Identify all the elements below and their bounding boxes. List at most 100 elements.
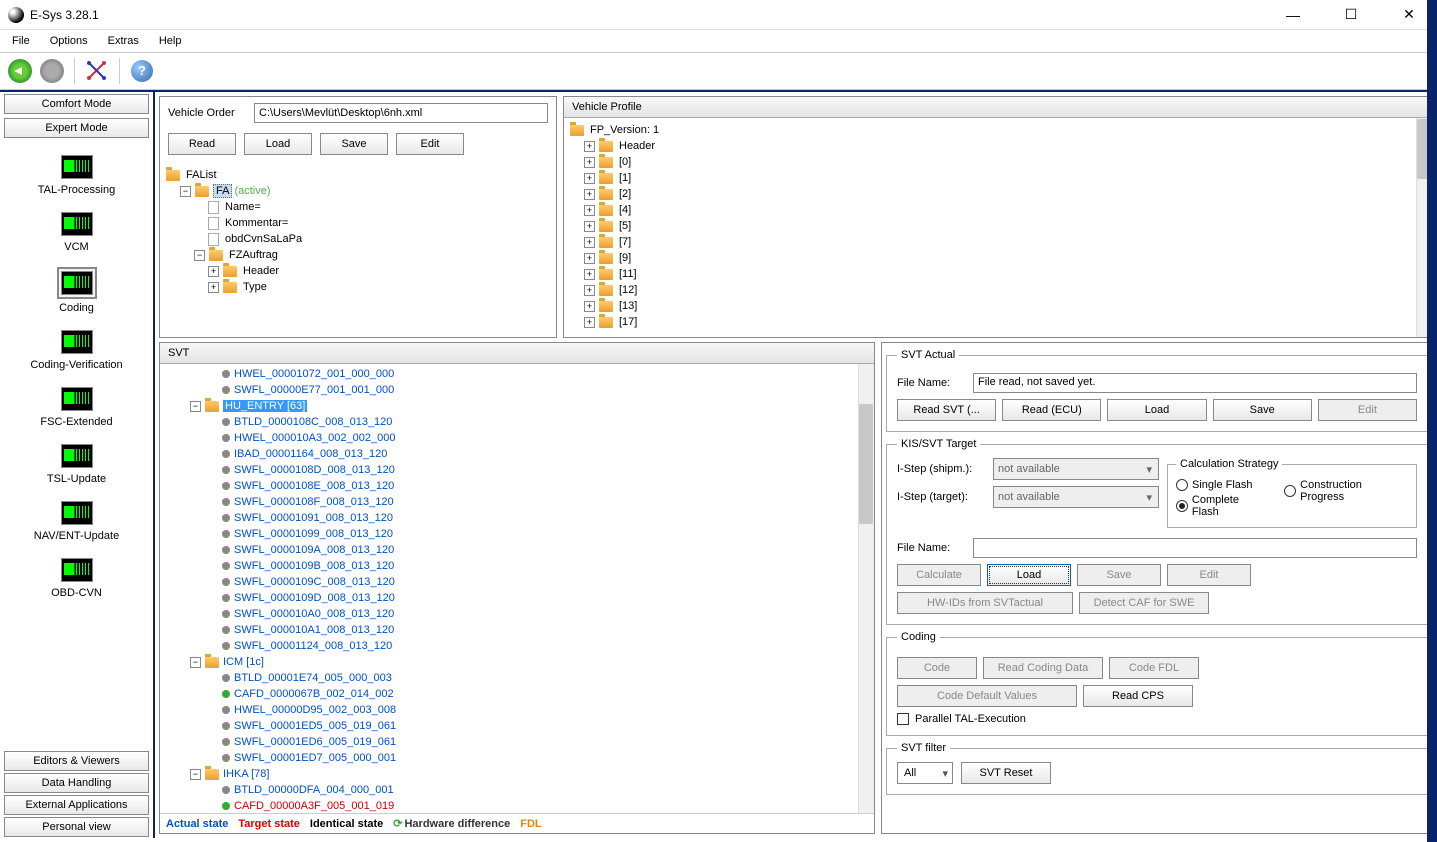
tree-collapse-icon[interactable]: − bbox=[194, 250, 205, 261]
tree-expand-icon[interactable]: + bbox=[584, 253, 595, 264]
svt-tree-item[interactable]: SWFL_00000E77_001_001_000 bbox=[164, 382, 852, 398]
code-button[interactable]: Code bbox=[897, 657, 977, 679]
menu-file[interactable]: File bbox=[4, 33, 38, 49]
svt-tree-item[interactable]: BTLD_00001E74_005_000_003 bbox=[164, 670, 852, 686]
svt-tree-item[interactable]: SWFL_00001099_008_013_120 bbox=[164, 526, 852, 542]
forward-button[interactable] bbox=[38, 57, 66, 85]
kis-save-button[interactable]: Save bbox=[1077, 564, 1161, 586]
tree-expand-icon[interactable]: + bbox=[584, 173, 595, 184]
scrollbar[interactable] bbox=[858, 364, 874, 813]
nav-vcm[interactable]: VCM bbox=[0, 208, 153, 255]
minimize-button[interactable]: — bbox=[1273, 1, 1313, 29]
svt-save-button[interactable]: Save bbox=[1213, 399, 1312, 421]
data-handling-button[interactable]: Data Handling bbox=[4, 773, 149, 793]
vo-tree[interactable]: FAList −FA(active) Name= Kommentar= obdC… bbox=[160, 163, 556, 337]
tree-expand-icon[interactable]: + bbox=[584, 157, 595, 168]
nav-nav-ent-update[interactable]: NAV/ENT-Update bbox=[0, 497, 153, 544]
tree-expand-icon[interactable]: + bbox=[584, 285, 595, 296]
tree-expand-icon[interactable]: + bbox=[208, 266, 219, 277]
menu-help[interactable]: Help bbox=[151, 33, 190, 49]
filter-combo[interactable]: All bbox=[897, 762, 953, 784]
kis-edit-button[interactable]: Edit bbox=[1167, 564, 1251, 586]
personal-view-button[interactable]: Personal view bbox=[4, 817, 149, 837]
nav-tsl-update[interactable]: TSL-Update bbox=[0, 440, 153, 487]
tree-collapse-icon[interactable]: − bbox=[190, 401, 201, 412]
detect-caf-button[interactable]: Detect CAF for SWE bbox=[1079, 592, 1209, 614]
svt-tree-item[interactable]: CAFD_00000A3F_005_001_019 bbox=[164, 798, 852, 813]
tree-expand-icon[interactable]: + bbox=[584, 221, 595, 232]
svt-tree-item[interactable]: SWFL_000010A1_008_013_120 bbox=[164, 622, 852, 638]
istep-shipm-combo[interactable]: not available bbox=[993, 458, 1159, 480]
tree-collapse-icon[interactable]: − bbox=[190, 657, 201, 668]
svt-tree-item[interactable]: −IHKA [78] bbox=[164, 766, 852, 782]
svt-reset-button[interactable]: SVT Reset bbox=[961, 762, 1051, 784]
menu-options[interactable]: Options bbox=[42, 33, 96, 49]
svt-tree[interactable]: HWEL_00001072_001_000_000SWFL_00000E77_0… bbox=[160, 364, 874, 813]
tree-expand-icon[interactable]: + bbox=[584, 237, 595, 248]
vp-tree[interactable]: FP_Version: 1+Header+[0]+[1]+[2]+[4]+[5]… bbox=[564, 118, 1432, 337]
calculate-button[interactable]: Calculate bbox=[897, 564, 981, 586]
kis-file-name-input[interactable] bbox=[973, 538, 1417, 558]
svt-tree-item[interactable]: SWFL_0000109D_008_013_120 bbox=[164, 590, 852, 606]
svt-tree-item[interactable]: SWFL_0000109B_008_013_120 bbox=[164, 558, 852, 574]
vp-tree-item[interactable]: +[2] bbox=[570, 186, 1426, 202]
vp-tree-item[interactable]: +[7] bbox=[570, 234, 1426, 250]
external-applications-button[interactable]: External Applications bbox=[4, 795, 149, 815]
vo-read-button[interactable]: Read bbox=[168, 133, 236, 155]
radio-complete-flash[interactable]: Complete Flash bbox=[1176, 494, 1268, 518]
svt-tree-item[interactable]: SWFL_0000109C_008_013_120 bbox=[164, 574, 852, 590]
nav-coding-verification[interactable]: Coding-Verification bbox=[0, 326, 153, 373]
kis-load-button[interactable]: Load bbox=[987, 564, 1071, 586]
svt-tree-item[interactable]: SWFL_00001ED5_005_019_061 bbox=[164, 718, 852, 734]
svt-tree-item[interactable]: SWFL_00001ED6_005_019_061 bbox=[164, 734, 852, 750]
tree-expand-icon[interactable]: + bbox=[584, 317, 595, 328]
read-svt-button[interactable]: Read SVT (... bbox=[897, 399, 996, 421]
svt-tree-item[interactable]: SWFL_0000108E_008_013_120 bbox=[164, 478, 852, 494]
expert-mode-button[interactable]: Expert Mode bbox=[4, 118, 149, 138]
svt-tree-item[interactable]: HWEL_000010A3_002_002_000 bbox=[164, 430, 852, 446]
vp-tree-item[interactable]: +Header bbox=[570, 138, 1426, 154]
close-button[interactable]: ✕ bbox=[1389, 1, 1429, 29]
read-coding-button[interactable]: Read Coding Data bbox=[983, 657, 1103, 679]
tree-expand-icon[interactable]: + bbox=[584, 269, 595, 280]
tree-collapse-icon[interactable]: − bbox=[180, 186, 191, 197]
radio-single-flash[interactable]: Single Flash bbox=[1176, 479, 1268, 491]
svt-tree-item[interactable]: BTLD_00000DFA_004_000_001 bbox=[164, 782, 852, 798]
nav-coding[interactable]: Coding bbox=[0, 265, 153, 316]
editors-viewers-button[interactable]: Editors & Viewers bbox=[4, 751, 149, 771]
svt-tree-item[interactable]: SWFL_0000108D_008_013_120 bbox=[164, 462, 852, 478]
svt-tree-item[interactable]: IBAD_00001164_008_013_120 bbox=[164, 446, 852, 462]
parallel-tal-checkbox[interactable]: Parallel TAL-Execution bbox=[897, 713, 1417, 725]
vp-tree-item[interactable]: +[0] bbox=[570, 154, 1426, 170]
svt-tree-item[interactable]: SWFL_00001ED7_005_000_001 bbox=[164, 750, 852, 766]
code-fdl-button[interactable]: Code FDL bbox=[1109, 657, 1199, 679]
svt-tree-item[interactable]: SWFL_0000109A_008_013_120 bbox=[164, 542, 852, 558]
nav-obd-cvn[interactable]: OBD-CVN bbox=[0, 554, 153, 601]
nav-fsc-extended[interactable]: FSC-Extended bbox=[0, 383, 153, 430]
svt-tree-item[interactable]: SWFL_0000108F_008_013_120 bbox=[164, 494, 852, 510]
help-button[interactable]: ? bbox=[128, 57, 156, 85]
vp-tree-item[interactable]: +[17] bbox=[570, 314, 1426, 330]
back-button[interactable] bbox=[6, 57, 34, 85]
read-cps-button[interactable]: Read CPS bbox=[1083, 685, 1193, 707]
vo-path-input[interactable] bbox=[254, 103, 548, 123]
tree-expand-icon[interactable]: + bbox=[208, 282, 219, 293]
vo-edit-button[interactable]: Edit bbox=[396, 133, 464, 155]
vp-tree-item[interactable]: +[4] bbox=[570, 202, 1426, 218]
comfort-mode-button[interactable]: Comfort Mode bbox=[4, 94, 149, 114]
vp-tree-item[interactable]: +[12] bbox=[570, 282, 1426, 298]
menu-extras[interactable]: Extras bbox=[100, 33, 147, 49]
svt-tree-item[interactable]: −HU_ENTRY [63] bbox=[164, 398, 852, 414]
svt-tree-item[interactable]: HWEL_00001072_001_000_000 bbox=[164, 366, 852, 382]
tree-collapse-icon[interactable]: − bbox=[190, 769, 201, 780]
vo-save-button[interactable]: Save bbox=[320, 133, 388, 155]
connect-button[interactable] bbox=[83, 57, 111, 85]
tree-expand-icon[interactable]: + bbox=[584, 301, 595, 312]
istep-target-combo[interactable]: not available bbox=[993, 486, 1159, 508]
svt-edit-button[interactable]: Edit bbox=[1318, 399, 1417, 421]
vp-tree-item[interactable]: +[11] bbox=[570, 266, 1426, 282]
svt-tree-item[interactable]: BTLD_0000108C_008_013_120 bbox=[164, 414, 852, 430]
svt-tree-item[interactable]: CAFD_0000067B_002_014_002 bbox=[164, 686, 852, 702]
nav-tal-processing[interactable]: TAL-Processing bbox=[0, 151, 153, 198]
vp-tree-item[interactable]: +[13] bbox=[570, 298, 1426, 314]
